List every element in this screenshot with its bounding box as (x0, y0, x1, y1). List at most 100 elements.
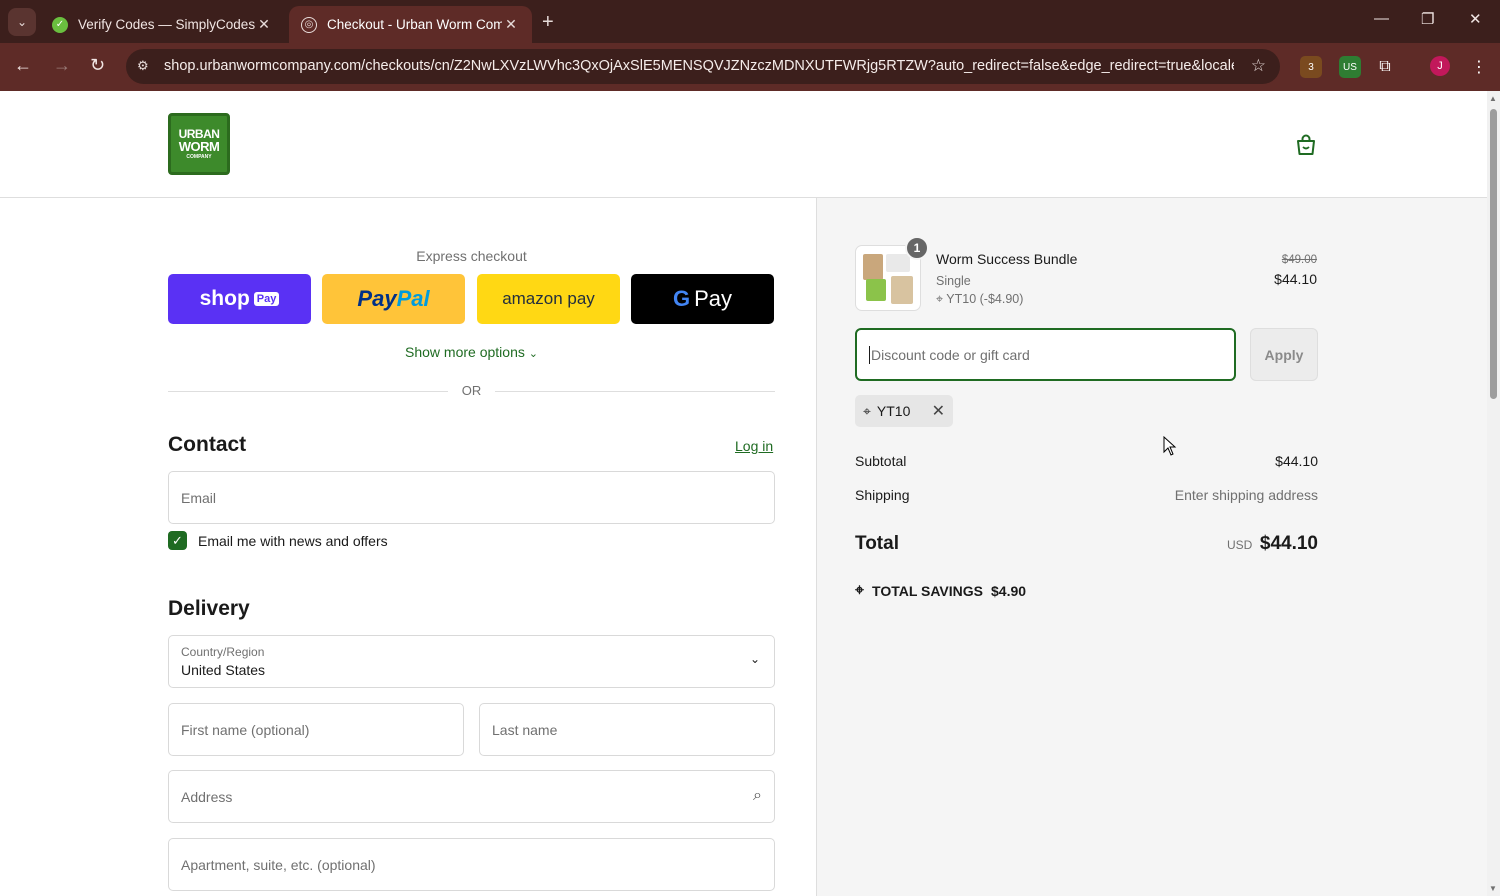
address-placeholder: Address (181, 788, 233, 805)
scrollbar-thumb[interactable] (1490, 109, 1497, 399)
tab-verify-codes[interactable]: ✓ Verify Codes — SimplyCodes ✕ (40, 6, 285, 43)
site-info-icon[interactable]: ⚙ (137, 58, 149, 74)
simplycodes-favicon-icon: ✓ (52, 16, 68, 33)
chevron-down-icon: ⌄ (749, 652, 760, 666)
forward-arrow-icon[interactable]: → (53, 55, 71, 76)
email-field[interactable]: Email (168, 471, 775, 524)
applied-discount-chip: ⌖ YT10 ✕ (855, 395, 953, 427)
subtotal-label: Subtotal (855, 453, 907, 469)
savings-label: TOTAL SAVINGS (872, 583, 983, 599)
original-price: $49.00 (1281, 254, 1317, 266)
tab-title: Verify Codes — SimplyCodes (78, 17, 255, 32)
paypal-text-pay: Pay (357, 286, 397, 311)
apartment-placeholder: Apartment, suite, etc. (optional) (181, 856, 376, 873)
express-checkout-label: Express checkout (416, 248, 527, 264)
total-savings: ⌖ TOTAL SAVINGS $4.90 (855, 582, 1026, 600)
browser-menu-icon[interactable]: ⋮ (1468, 56, 1490, 78)
scroll-up-arrow-icon[interactable]: ▲ (1489, 94, 1497, 103)
product-discount-text: YT10 (-$4.90) (946, 292, 1024, 306)
tag-icon: ⌖ (855, 582, 865, 599)
remove-discount-icon[interactable]: ✕ (932, 401, 945, 421)
page-scrollbar[interactable]: ▲ ▼ (1487, 91, 1500, 896)
total-value: $44.10 (1259, 533, 1318, 554)
browser-tab-bar: ⌄ ✓ Verify Codes — SimplyCodes ✕ ◎ Check… (0, 0, 1500, 43)
applied-code-text: YT10 (876, 403, 911, 419)
close-tab-icon[interactable]: ✕ (255, 16, 273, 33)
newsletter-checkbox[interactable]: ✓ (168, 531, 187, 550)
first-name-field[interactable]: First name (optional) (168, 703, 464, 756)
extension-badge: 3 (1308, 61, 1314, 73)
country-region-select[interactable]: Country/Region United States ⌄ (168, 635, 775, 688)
scroll-down-arrow-icon[interactable]: ▼ (1489, 884, 1497, 893)
order-summary: 1 Worm Success Bundle Single ⌖ YT10 (-$4… (816, 198, 1487, 896)
total-label: Total (855, 533, 899, 554)
checkout-form: Express checkout shop Pay Pay Pal amazon … (0, 198, 816, 896)
close-tab-icon[interactable]: ✕ (502, 16, 520, 33)
discount-code-input[interactable]: Discount code or gift card (855, 328, 1236, 381)
new-tab-plus-icon[interactable]: + (542, 11, 554, 34)
country-label: Country/Region (181, 645, 265, 659)
urban-worm-logo[interactable]: URBAN WORM COMPANY (168, 113, 230, 175)
mouse-cursor-icon (1163, 436, 1177, 456)
extension-vpn-icon[interactable]: US (1339, 56, 1361, 78)
first-name-placeholder: First name (optional) (181, 721, 310, 738)
newsletter-label: Email me with news and offers (198, 533, 388, 549)
text-caret (869, 345, 870, 364)
globe-favicon-icon: ◎ (301, 16, 317, 33)
extension-honey-icon[interactable]: 3 (1300, 56, 1322, 78)
address-bar[interactable]: ⚙ shop.urbanwormcompany.com/checkouts/cn… (126, 49, 1280, 84)
product-image-part (866, 279, 886, 301)
shipping-value: Enter shipping address (1174, 487, 1318, 503)
tag-icon: ⌖ (936, 292, 944, 306)
address-field[interactable]: Address ⌕ (168, 770, 775, 823)
tab-title: Checkout - Urban Worm Company (327, 17, 502, 32)
shopping-bag-icon[interactable] (1294, 133, 1318, 157)
profile-avatar[interactable]: J (1430, 56, 1450, 76)
restore-icon[interactable]: ❐ (1421, 10, 1434, 28)
tag-icon: ⌖ (863, 402, 871, 419)
url-text: shop.urbanwormcompany.com/checkouts/cn/Z… (164, 58, 1234, 74)
paypal-button[interactable]: Pay Pal (322, 274, 465, 324)
paypal-text-pal: Pal (396, 286, 430, 311)
log-in-link[interactable]: Log in (735, 438, 773, 454)
logo-text-line2: WORM (178, 139, 220, 154)
reload-icon[interactable]: ↻ (90, 55, 105, 76)
tab-checkout[interactable]: ◎ Checkout - Urban Worm Company ✕ (289, 6, 532, 43)
product-discount: ⌖ YT10 (-$4.90) (936, 292, 1023, 307)
back-arrow-icon[interactable]: ← (14, 55, 32, 76)
show-more-label: Show more options (405, 344, 525, 360)
product-name: Worm Success Bundle (936, 251, 1078, 267)
bookmark-star-icon[interactable]: ☆ (1251, 56, 1266, 76)
or-divider: OR (168, 383, 775, 399)
country-value: United States (181, 662, 266, 678)
amazon-pay-button[interactable]: amazon pay (477, 274, 620, 324)
discounted-price: $44.10 (1274, 271, 1317, 287)
subtotal-value: $44.10 (1275, 453, 1318, 469)
delivery-heading: Delivery (168, 597, 250, 620)
google-pay-text: Pay (694, 286, 733, 311)
logo-text-line3: COMPANY (186, 154, 212, 160)
checkout-header: URBAN WORM COMPANY (0, 91, 1487, 198)
amazon-pay-text: amazon pay (502, 289, 595, 308)
google-pay-button[interactable]: G Pay (631, 274, 774, 324)
shipping-row: Shipping Enter shipping address (855, 487, 1318, 503)
window-close-icon[interactable]: ✕ (1469, 10, 1482, 28)
last-name-field[interactable]: Last name (479, 703, 775, 756)
contact-heading: Contact (168, 433, 247, 456)
currency-code: USD (1227, 538, 1253, 552)
show-more-options-link[interactable]: Show more options ⌄ (168, 344, 775, 360)
shipping-label: Shipping (855, 487, 910, 503)
savings-value: $4.90 (991, 583, 1027, 599)
apply-button[interactable]: Apply (1250, 328, 1318, 381)
search-icon: ⌕ (753, 787, 762, 804)
quantity-badge: 1 (905, 236, 929, 260)
minimize-icon[interactable]: — (1374, 10, 1389, 27)
shop-pay-button[interactable]: shop Pay (168, 274, 311, 324)
extension-vpn-label: US (1343, 61, 1357, 73)
discount-placeholder: Discount code or gift card (871, 346, 1030, 363)
tab-search-chevron-icon[interactable]: ⌄ (8, 8, 36, 36)
chevron-down-icon: ⌄ (528, 348, 538, 360)
apartment-field[interactable]: Apartment, suite, etc. (optional) (168, 838, 775, 891)
extensions-puzzle-icon[interactable]: ⧉ (1374, 56, 1396, 78)
product-image-part (863, 254, 883, 280)
